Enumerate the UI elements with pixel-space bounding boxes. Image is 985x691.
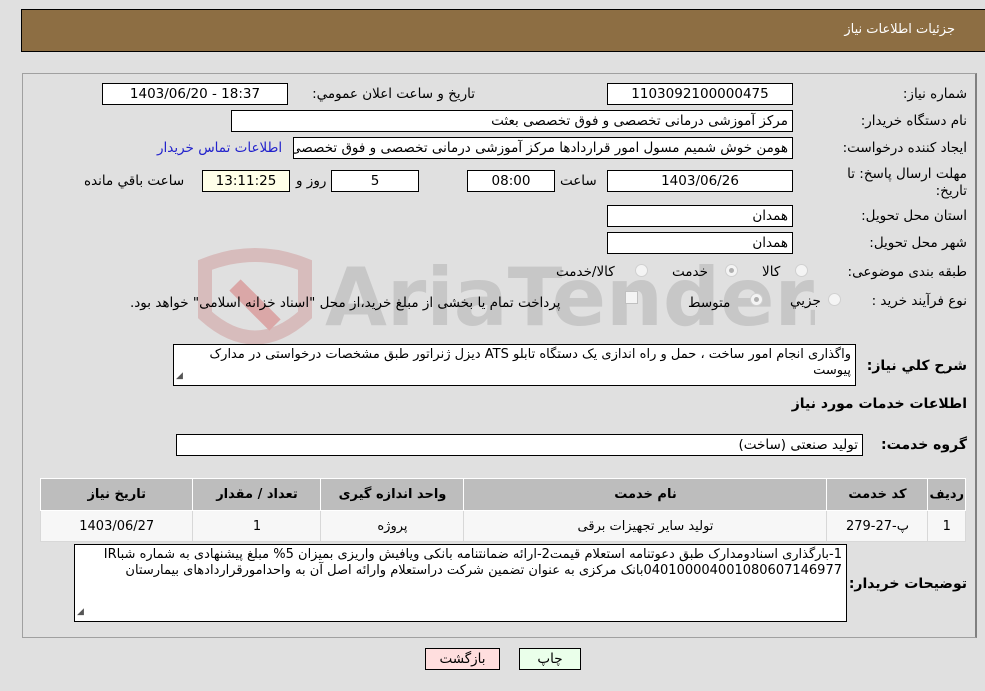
need-number-field: 1103092100000475: [607, 83, 793, 105]
buyer-notes-label: توضيحات خريدار:: [848, 576, 967, 592]
cell-unit: پروژه: [320, 510, 465, 542]
service-group-label: گروه خدمت:: [881, 437, 967, 453]
col-quantity: تعداد / مقدار: [192, 478, 322, 511]
announce-datetime-label: تاريخ و ساعت اعلان عمومي:: [312, 86, 475, 102]
col-service-code: کد خدمت: [826, 478, 929, 511]
category-radio-goods[interactable]: [795, 264, 808, 277]
requester-field: هومن خوش شمیم مسول امور قراردادها مرکز آ…: [293, 137, 793, 159]
services-section-title: اطلاعات خدمات مورد نياز: [791, 396, 967, 412]
remaining-days-field: 5: [331, 170, 419, 192]
description-text: واگذاری انجام امور ساخت ، حمل و راه اندا…: [209, 347, 851, 378]
city-field: همدان: [607, 232, 793, 254]
cell-service-name: تولید سایر تجهیزات برقی: [463, 510, 828, 542]
buyer-notes-text: 1-بارگذاری اسنادومدارک طبق دعوتنامه استع…: [103, 547, 842, 578]
need-number-label: شماره نياز:: [902, 86, 967, 102]
col-need-date: تاريخ نياز: [39, 478, 194, 511]
col-unit: واحد اندازه گيری: [320, 478, 465, 511]
buyer-notes-textarea[interactable]: 1-بارگذاری اسنادومدارک طبق دعوتنامه استع…: [74, 544, 847, 622]
col-row-number: رديف: [927, 478, 966, 511]
purchase-radio-medium[interactable]: [750, 293, 763, 306]
back-button[interactable]: بازگشت: [425, 648, 500, 670]
cell-quantity: 1: [192, 510, 322, 542]
category-radio-service[interactable]: [725, 264, 738, 277]
deadline-time-label: ساعت: [560, 173, 597, 189]
category-option-goods-service: کالا/خدمت: [556, 264, 615, 280]
buyer-contact-link[interactable]: اطلاعات تماس خريدار: [157, 140, 282, 156]
resize-handle-icon[interactable]: ◢: [77, 604, 84, 620]
deadline-date-field: 1403/06/26: [607, 170, 793, 192]
purchase-radio-minor[interactable]: [828, 293, 841, 306]
treasury-checkbox[interactable]: [625, 291, 638, 304]
category-option-service: خدمت: [672, 264, 708, 280]
category-label: طبقه بندی موضوعی:: [847, 264, 967, 280]
deadline-time-field: 08:00: [467, 170, 555, 192]
deadline-label-line1: مهلت ارسال پاسخ: تا: [847, 166, 967, 182]
purchase-option-medium: متوسط: [688, 295, 731, 311]
services-table: رديف کد خدمت نام خدمت واحد اندازه گيری ت…: [39, 478, 966, 542]
category-radio-goods-service[interactable]: [635, 264, 648, 277]
cell-row-number: 1: [927, 510, 966, 542]
description-label: شرح کلي نياز:: [866, 358, 967, 374]
treasury-note: پرداخت تمام يا بخشی از مبلغ خريد،از محل …: [130, 295, 561, 311]
city-label: شهر محل تحويل:: [869, 235, 967, 251]
resize-handle-icon[interactable]: ◢: [176, 368, 183, 384]
description-textarea[interactable]: واگذاری انجام امور ساخت ، حمل و راه اندا…: [173, 344, 856, 386]
requester-label: ايجاد کننده درخواست:: [842, 140, 967, 156]
table-header-row: رديف کد خدمت نام خدمت واحد اندازه گيری ت…: [39, 478, 966, 511]
province-field: همدان: [607, 205, 793, 227]
buyer-org-field: مرکز آموزشی درمانی تخصصی و فوق تخصصی بعث…: [231, 110, 793, 132]
remaining-time-field: 13:11:25: [202, 170, 290, 192]
days-label: روز و: [296, 173, 327, 189]
purchase-option-minor: جزيي: [790, 293, 821, 309]
page-title: جزئيات اطلاعات نياز: [844, 22, 955, 37]
col-service-name: نام خدمت: [463, 478, 828, 511]
announce-datetime-field: 1403/06/20 - 18:37: [102, 83, 288, 105]
province-label: استان محل تحويل:: [861, 208, 967, 224]
category-option-goods: کالا: [762, 264, 781, 280]
deadline-label-line2: تاريخ:: [935, 183, 967, 199]
buyer-org-label: نام دستگاه خريدار:: [860, 113, 967, 129]
table-row: 1 پ-27-279 تولید سایر تجهیزات برقی پروژه…: [39, 510, 966, 542]
cell-service-code: پ-27-279: [826, 510, 929, 542]
print-button[interactable]: چاپ: [519, 648, 581, 670]
purchase-type-label: نوع فرآيند خريد :: [871, 293, 967, 309]
remaining-time-label: ساعت باقي مانده: [84, 173, 185, 189]
page-header: جزئيات اطلاعات نياز: [21, 9, 985, 52]
service-group-field: تولید صنعتی (ساخت): [176, 434, 863, 456]
cell-need-date: 1403/06/27: [39, 510, 194, 542]
